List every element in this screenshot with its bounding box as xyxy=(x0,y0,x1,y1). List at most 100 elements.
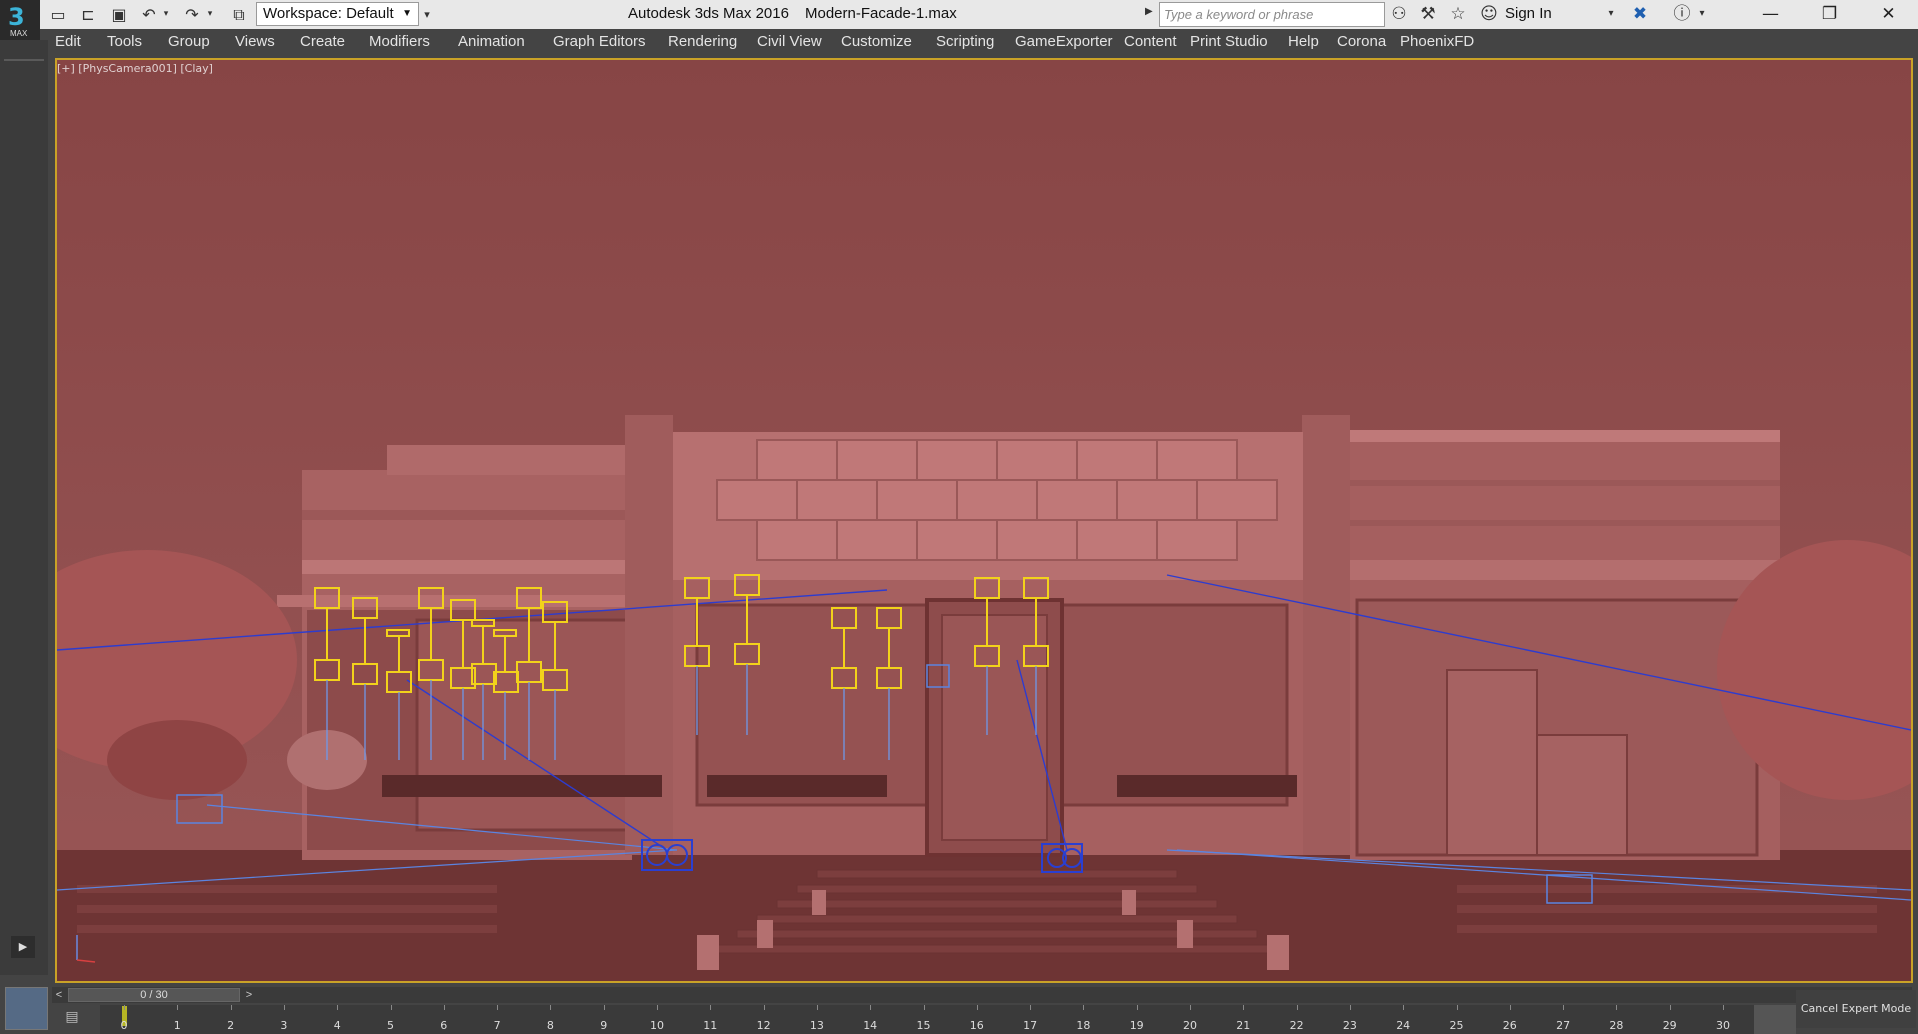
timeline-tick-label: 21 xyxy=(1236,1019,1251,1032)
subscription-icon[interactable]: ⚒ xyxy=(1416,3,1440,25)
app-menu-button[interactable]: 3 MAX xyxy=(0,0,40,40)
planter-mid xyxy=(707,775,887,797)
timeline-tick-mark xyxy=(870,1005,872,1010)
menu-animation[interactable]: Animation xyxy=(458,33,525,50)
lounge-chair xyxy=(107,720,247,800)
open-folder-icon[interactable]: ⊏ xyxy=(77,4,99,25)
menu-modifiers[interactable]: Modifiers xyxy=(369,33,430,50)
search-input[interactable]: Type a keyword or phrase xyxy=(1159,2,1385,27)
minimize-button[interactable]: — xyxy=(1743,0,1798,29)
timeline-tick-label: 8 xyxy=(546,1019,554,1032)
curve-editor-icon[interactable]: ▤ xyxy=(60,1009,84,1029)
timeline-tick-mark xyxy=(390,1005,392,1010)
undo-dropdown-icon[interactable]: ▾ xyxy=(160,4,172,25)
expand-panel-icon[interactable]: ▶ xyxy=(11,936,35,958)
timeline-tick-label: 2 xyxy=(227,1019,235,1032)
help-dropdown-icon[interactable]: ▾ xyxy=(1696,3,1708,25)
viewport[interactable]: [+] [PhysCamera001] [Clay] xyxy=(55,58,1913,983)
save-icon[interactable]: ▣ xyxy=(108,4,130,25)
customize-toolbar-icon[interactable]: ▾ xyxy=(420,4,434,25)
restore-button[interactable]: ❐ xyxy=(1802,0,1857,29)
workspace-dropdown[interactable]: Workspace: Default ▼ xyxy=(256,2,419,26)
menu-graph-editors[interactable]: Graph Editors xyxy=(553,33,646,50)
menu-group[interactable]: Group xyxy=(168,33,210,50)
timeline-tick-mark xyxy=(1509,1005,1511,1010)
timeline-tick-label: 7 xyxy=(493,1019,501,1032)
menu-rendering[interactable]: Rendering xyxy=(668,33,737,50)
menu-corona[interactable]: Corona xyxy=(1337,33,1386,50)
timeline-tick-mark xyxy=(976,1005,978,1010)
timeline-tick-mark xyxy=(1136,1005,1138,1010)
timeline-tick-mark xyxy=(1083,1005,1085,1010)
menu-help[interactable]: Help xyxy=(1288,33,1319,50)
close-button[interactable]: ✕ xyxy=(1861,0,1916,29)
menu-tools[interactable]: Tools xyxy=(107,33,142,50)
timeline-tick-mark xyxy=(1190,1005,1191,1010)
timeline-tick-label: 9 xyxy=(600,1019,608,1032)
timeline-tick-mark xyxy=(710,1005,712,1010)
timeline-tick-label: 15 xyxy=(916,1019,931,1032)
menu-print-studio[interactable]: Print Studio xyxy=(1190,33,1268,50)
sign-in-dropdown-icon[interactable]: ▾ xyxy=(1604,3,1618,25)
timeline-tick-label: 17 xyxy=(1023,1019,1038,1032)
timeline-tick-label: 22 xyxy=(1289,1019,1304,1032)
menu-gameexporter[interactable]: GameExporter xyxy=(1015,33,1113,50)
planter-right xyxy=(1117,775,1297,797)
timeline-tick-label: 5 xyxy=(387,1019,394,1032)
redo-dropdown-icon[interactable]: ▾ xyxy=(204,4,216,25)
timeline-tick-mark xyxy=(1349,1005,1351,1010)
menu-views[interactable]: Views xyxy=(235,33,275,50)
project-folder-icon[interactable]: ⧉ xyxy=(228,4,250,25)
undo-icon[interactable]: ↶ xyxy=(138,4,160,25)
exchange-apps-icon[interactable]: ✖ xyxy=(1628,3,1652,25)
timeline-tick-mark xyxy=(124,1005,125,1010)
menu-customize[interactable]: Customize xyxy=(841,33,912,50)
new-file-icon[interactable]: ▭ xyxy=(47,4,69,25)
time-slider-handle[interactable]: 0 / 30 xyxy=(68,988,240,1002)
menu-edit[interactable]: Edit xyxy=(55,33,81,50)
timeline-tick-mark xyxy=(816,1005,818,1010)
timeline-tick-mark xyxy=(230,1005,232,1010)
maxscript-listener-icon[interactable] xyxy=(5,987,48,1030)
timeline-tick-mark xyxy=(283,1005,285,1010)
timeline-tick-mark xyxy=(550,1005,552,1010)
planter-left xyxy=(382,775,662,797)
menu-bar: Edit Tools Group Views Create Modifiers … xyxy=(40,29,1918,56)
timeline-tick-mark xyxy=(337,1005,339,1010)
track-bar[interactable]: 0 1 2 3 4 5 6 7 8 9 10 11 12 13 14 15 16 17 18 19 20 21 22 23 24… xyxy=(100,1005,1760,1034)
previous-frame-icon[interactable]: < xyxy=(52,987,66,1003)
timeline-tick-label: 14 xyxy=(863,1019,878,1032)
binoculars-icon[interactable]: ⚇ xyxy=(1387,3,1411,25)
timeline-tick-label: 20 xyxy=(1183,1019,1197,1032)
time-slider[interactable]: < 0 / 30 > xyxy=(52,987,1912,1003)
timeline-tick-mark xyxy=(1723,1005,1724,1010)
user-icon[interactable]: ☺ xyxy=(1477,3,1501,25)
timeline-tick-mark xyxy=(603,1005,605,1010)
chevron-down-icon: ▼ xyxy=(402,8,412,19)
title-bar: ▭ ⊏ ▣ ↶ ▾ ↷ ▾ ⧉ Workspace: Default ▼ ▾ A… xyxy=(0,0,1918,29)
left-dock xyxy=(0,40,48,975)
favorites-star-icon[interactable]: ☆ xyxy=(1446,3,1470,25)
window-title: Autodesk 3ds Max 2016 xyxy=(628,5,789,22)
timeline-tick-label: 6 xyxy=(440,1019,448,1032)
viewport-label[interactable]: [+] [PhysCamera001] [Clay] xyxy=(57,62,213,75)
help-icon[interactable]: ⓘ xyxy=(1670,3,1694,25)
menu-civil-view[interactable]: Civil View xyxy=(757,33,822,50)
timeline-tick-mark xyxy=(1563,1005,1565,1010)
timeline-tick-mark xyxy=(443,1005,445,1010)
search-expand-icon[interactable]: ▶ xyxy=(1145,6,1153,17)
timeline-tick-label: 27 xyxy=(1556,1019,1571,1032)
menu-scripting[interactable]: Scripting xyxy=(936,33,994,50)
menu-create[interactable]: Create xyxy=(300,33,345,50)
sign-in-button[interactable]: Sign In xyxy=(1505,5,1552,22)
redo-icon[interactable]: ↷ xyxy=(181,4,203,25)
cancel-expert-mode-button[interactable]: Cancel Expert Mode xyxy=(1796,990,1916,1028)
track-bar-end xyxy=(1754,1005,1796,1034)
timeline-tick-mark xyxy=(177,1005,179,1010)
menu-phoenixfd[interactable]: PhoenixFD xyxy=(1400,33,1474,50)
next-frame-icon[interactable]: > xyxy=(242,987,256,1003)
timeline-tick-mark xyxy=(1456,1005,1458,1010)
timeline-tick-label: 19 xyxy=(1129,1019,1144,1032)
menu-content[interactable]: Content xyxy=(1124,33,1177,50)
timeline-tick-mark xyxy=(1296,1005,1298,1010)
